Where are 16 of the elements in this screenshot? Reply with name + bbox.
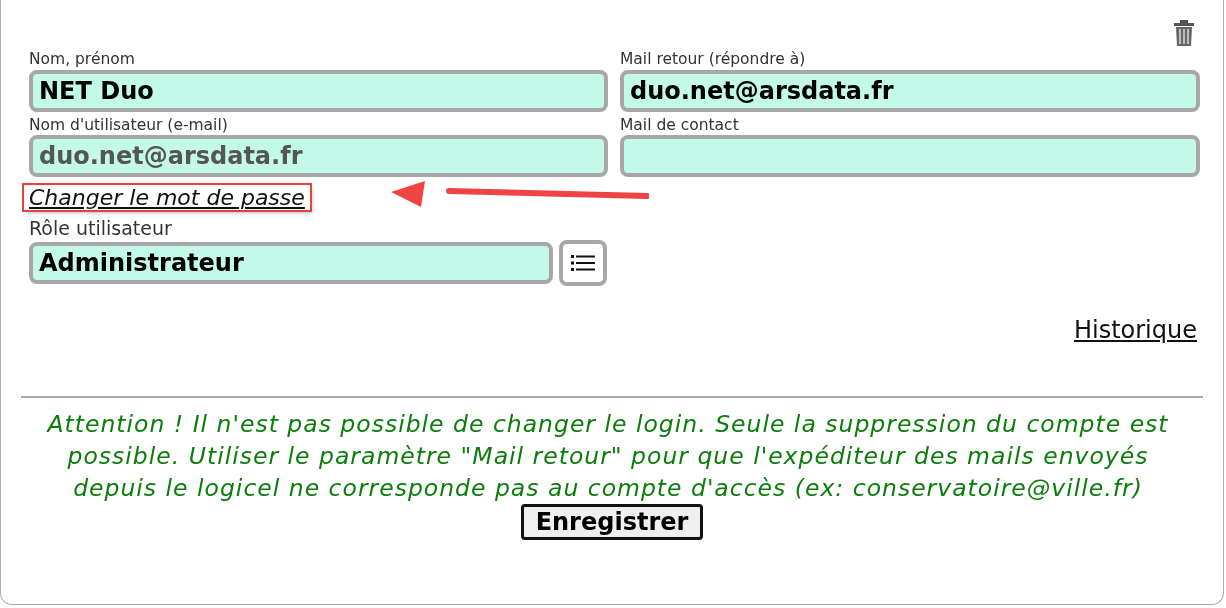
text-field[interactable]: duo.net@arsdata.fr <box>620 69 1200 112</box>
change-password-link[interactable]: Changer le mot de passe <box>24 184 310 210</box>
warning-message: Attention ! Il n'est pas possible de changer le login. Seule la suppression du compte est possible. Utiliser le paramètre "Mail retour" pour que l'expéditeur des mails envoyés depuis le logicel ne corresponde pas au compte d'accès (ex: conservatoire@ville.fr) <box>45 409 1170 504</box>
field-label: Nom d'utilisateur (e-mail) <box>29 115 229 135</box>
field-label: Mail retour (répondre à) <box>620 50 807 69</box>
text-field[interactable]: NET Duo <box>29 69 608 112</box>
field-label: Rôle utilisateur <box>29 217 172 240</box>
field-label: Mail de contact <box>620 115 740 135</box>
history-link[interactable]: Historique <box>1073 316 1197 344</box>
save-button[interactable]: Enregistrer <box>520 504 704 540</box>
field-label: Nom, prénom <box>29 50 136 69</box>
trash-icon[interactable] <box>1173 20 1195 47</box>
text-field[interactable] <box>620 135 1200 178</box>
role-field[interactable]: Administrateur <box>29 242 553 284</box>
list-button[interactable] <box>559 240 607 286</box>
list-icon <box>571 254 595 272</box>
